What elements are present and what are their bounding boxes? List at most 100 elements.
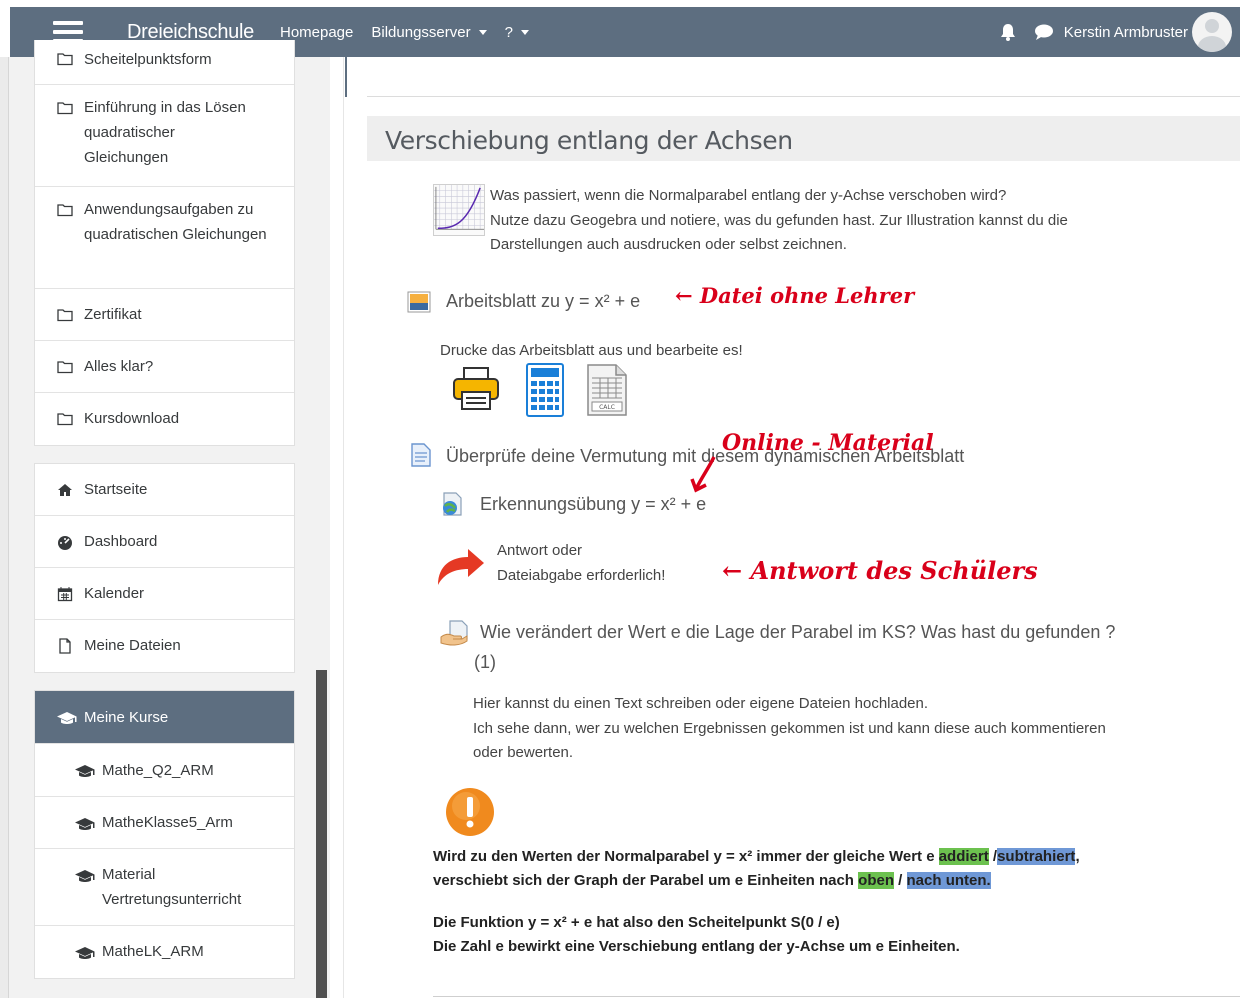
chevron-down-icon — [478, 30, 487, 36]
graduation-cap-icon — [57, 712, 77, 724]
sidebar-item-label: Meine Dateien — [84, 637, 181, 654]
intro-text: Was passiert, wenn die Normalparabel ent… — [490, 184, 1170, 258]
graduation-cap-icon — [75, 870, 95, 882]
calendar-icon — [57, 587, 73, 602]
conclusion-line: verschiebt sich der Graph der Parabel um… — [433, 869, 991, 893]
drawer-edge — [0, 57, 9, 998]
bell-icon[interactable] — [998, 22, 1018, 42]
folder-icon — [57, 53, 73, 66]
assignment-desc-line: Ich sehe dann, wer zu welchen Ergebnisse… — [473, 719, 1106, 737]
sidebar-item-zertifikat[interactable]: Zertifikat — [35, 289, 294, 341]
conclusion-text: / — [894, 872, 907, 889]
graduation-cap-icon — [75, 818, 95, 830]
assignment-description: Hier kannst du einen Text schreiben oder… — [473, 692, 1193, 766]
conclusion-text: / — [988, 848, 998, 865]
sidebar-item-label: Scheitelpunktsform — [84, 51, 212, 68]
avatar[interactable] — [1192, 12, 1232, 52]
nav-bildungsserver-label: Bildungsserver — [371, 23, 471, 41]
geogebra-icon — [443, 492, 462, 516]
section-marker — [345, 57, 347, 97]
printer-icon[interactable] — [452, 367, 500, 411]
assignment-count: (1) — [474, 652, 496, 672]
course-sections-nav: Scheitelpunktsform Einführung in das Lös… — [34, 40, 295, 446]
image-file-icon — [407, 291, 431, 313]
sidebar-item-startseite[interactable]: Startseite — [35, 464, 294, 516]
conclusion-line: Die Zahl e bewirkt eine Verschiebung ent… — [433, 938, 960, 955]
sidebar-scrollbar[interactable] — [316, 670, 327, 998]
divider — [367, 96, 1240, 97]
dashboard-icon — [58, 536, 72, 550]
sidebar-item-course[interactable]: MatheKlasse5_Arm — [35, 797, 294, 849]
answer-requirement: Antwort oder Dateiabgabe erforderlich! — [497, 539, 665, 588]
highlight-down: nach unten. — [906, 872, 991, 889]
sidebar-item-course[interactable]: Material Vertretungsunterricht — [35, 849, 294, 926]
sidebar-item-label: Kursdownload — [84, 410, 180, 427]
handwritten-arrow-icon — [690, 456, 716, 493]
sidebar-item-course[interactable]: MatheLK_ARM — [35, 926, 294, 978]
conclusion-text: verschiebt sich der Graph der Parabel um… — [433, 872, 859, 889]
svg-text:CALC: CALC — [599, 404, 615, 411]
conclusion-text: , — [1075, 848, 1080, 865]
handwritten-annotation: ← Datei ohne Lehrer — [675, 283, 915, 308]
handwritten-annotation: Online - Material — [722, 430, 934, 456]
folder-icon — [57, 204, 73, 217]
nav-help-label: ? — [504, 23, 513, 41]
spreadsheet-file-icon[interactable]: CALC — [586, 364, 628, 416]
sidebar-item-kursdownload[interactable]: Kursdownload — [35, 393, 294, 445]
calculator-icon[interactable] — [526, 363, 564, 417]
sidebar-item-label: Anwendungsaufgaben zu quadratischen Glei… — [84, 201, 267, 243]
folder-icon — [57, 413, 73, 426]
intro-line: Was passiert, wenn die Normalparabel ent… — [490, 187, 1007, 204]
parabola-graph-image — [433, 184, 485, 236]
assignment-link[interactable]: Wie verändert der Wert e die Lage der Pa… — [480, 622, 1115, 643]
graduation-cap-icon — [75, 947, 95, 959]
graduation-cap-icon — [75, 765, 95, 777]
sidebar-item-alles-klar[interactable]: Alles klar? — [35, 341, 294, 393]
sidebar-item-scheitelpunktsform[interactable]: Scheitelpunktsform — [35, 40, 294, 85]
divider — [433, 996, 1240, 997]
redirect-arrow-icon — [438, 549, 484, 585]
courses-nav: Meine Kurse Mathe_Q2_ARM MatheKlasse5_Ar… — [34, 690, 295, 979]
warning-icon — [446, 788, 494, 836]
assignment-desc-line: Hier kannst du einen Text schreiben oder… — [473, 695, 929, 712]
content-border — [343, 57, 344, 998]
section-title: Verschiebung entlang der Achsen — [385, 126, 793, 155]
exercise-link[interactable]: Erkennungsübung y = x² + e — [480, 494, 706, 515]
folder-icon — [57, 361, 73, 374]
highlight-added: addiert — [938, 848, 989, 865]
intro-line: Nutze dazu Geogebra und notiere, was du … — [490, 211, 1068, 229]
assignment-icon — [440, 620, 468, 646]
answer-line: Antwort oder — [497, 542, 583, 559]
sidebar-item-meine-kurse[interactable]: Meine Kurse — [35, 691, 294, 744]
conclusion-text: Wird zu den Werten der Normalparabel y =… — [433, 848, 939, 865]
sidebar-item-dashboard[interactable]: Dashboard — [35, 516, 294, 568]
file-icon — [59, 638, 71, 654]
intro-line: Darstellungen auch ausdrucken oder selbs… — [490, 236, 847, 253]
home-icon — [58, 484, 72, 496]
user-name[interactable]: Kerstin Armbruster — [1064, 24, 1188, 41]
highlight-subtracted: subtrahiert — [997, 848, 1076, 865]
assignment-desc-line: oder bewerten. — [473, 744, 574, 761]
sidebar-item-anwendungsaufgaben[interactable]: Anwendungsaufgaben zu quadratischen Glei… — [35, 187, 294, 289]
sidebar-item-course[interactable]: Mathe_Q2_ARM — [35, 744, 294, 797]
chevron-down-icon — [520, 30, 529, 36]
conclusion-line: Die Funktion y = x² + e hat also den Sch… — [433, 914, 840, 931]
sidebar-item-label: Einführung in das Lösen quadratischer Gl… — [84, 99, 246, 166]
conclusion-line: Wird zu den Werten der Normalparabel y =… — [433, 845, 1080, 869]
folder-icon — [57, 309, 73, 322]
highlight-up: oben — [858, 872, 894, 889]
page-icon — [411, 443, 431, 467]
sidebar-item-meine-dateien[interactable]: Meine Dateien — [35, 620, 294, 672]
handwritten-annotation: ← Antwort des Schülers — [722, 556, 1038, 585]
sidebar-item-kalender[interactable]: Kalender — [35, 568, 294, 620]
sidebar-item-einfuehrung[interactable]: Einführung in das Lösen quadratischer Gl… — [35, 85, 294, 187]
chat-icon[interactable] — [1034, 23, 1054, 41]
nav-bildungsserver[interactable]: Bildungsserver — [371, 23, 487, 41]
nav-help[interactable]: ? — [505, 24, 529, 41]
answer-line: Dateiabgabe erforderlich! — [497, 566, 666, 584]
nav-homepage[interactable]: Homepage — [280, 24, 353, 41]
worksheet-link[interactable]: Arbeitsblatt zu y = x² + e — [446, 291, 640, 312]
main-nav: Startseite Dashboard Kalender Meine Date… — [34, 463, 295, 673]
worksheet-description: Drucke das Arbeitsblatt aus und bearbeit… — [440, 342, 743, 359]
folder-icon — [57, 102, 73, 115]
